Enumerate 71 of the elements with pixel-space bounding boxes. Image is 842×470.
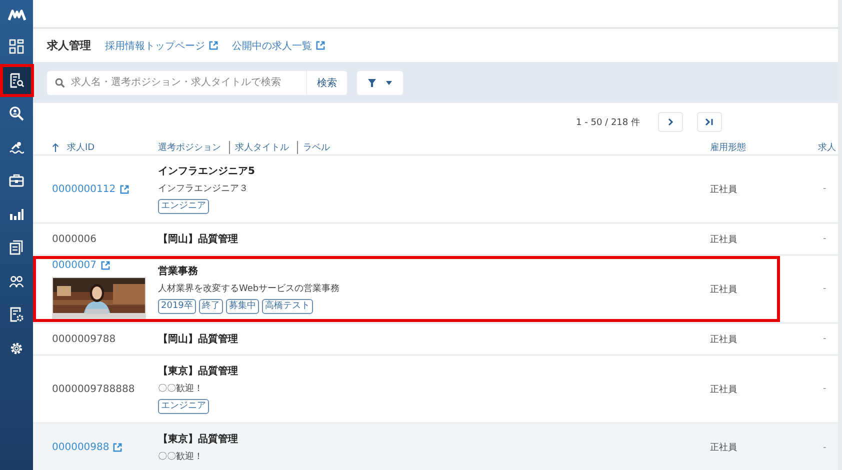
employment-type: 正社員 — [710, 384, 738, 396]
link[interactable]: 公開中の求人一覧 — [232, 38, 325, 52]
people-icon — [9, 274, 24, 289]
magnifier-person-icon — [9, 106, 24, 122]
last-page-button[interactable] — [697, 112, 722, 132]
bar-chart-icon — [9, 206, 24, 222]
filter-icon — [368, 78, 376, 86]
job-position: 【岡山】品質管理 — [158, 232, 239, 246]
caret-icon — [386, 80, 392, 84]
employment-type: 正社員 — [710, 284, 738, 296]
grid-icon — [9, 39, 24, 54]
job-id: 0000009788888 — [52, 384, 136, 394]
label-tag: エンジニア — [158, 399, 209, 414]
job-id-link[interactable]: 0000000112 — [52, 184, 158, 194]
employment-type: 正社員 — [710, 184, 738, 196]
document-search-icon — [9, 72, 24, 88]
external-link-icon — [209, 41, 218, 50]
job-id: 0000009788 — [52, 334, 117, 344]
sort-arrow-icon[interactable] — [52, 143, 59, 152]
chevron-bar-icon — [705, 118, 714, 126]
employment-type: 正社員 — [710, 234, 738, 246]
page-range: 1 - 50 / 218 件 — [576, 116, 640, 128]
job-position: 営業事務 — [158, 264, 199, 278]
job-position: 【東京】品質管理 — [158, 364, 239, 378]
job-title: 人材業界を改変するWebサービスの営業事務 — [158, 282, 341, 295]
label-tag: 2019卒 — [158, 299, 196, 314]
job-id-link[interactable]: 000000988 — [52, 442, 158, 453]
table-cell-text: - — [822, 284, 828, 294]
table-cell-text: - — [822, 184, 828, 194]
column-header[interactable]: 求人タイトル — [229, 141, 294, 154]
external-link-icon — [113, 443, 122, 452]
table-cell-text: - — [822, 384, 828, 394]
table-cell-text: - — [822, 334, 828, 344]
document-gear-icon — [9, 307, 24, 322]
job-title: 〇〇歓迎！ — [158, 450, 204, 463]
job-title: 〇〇歓迎！ — [158, 382, 204, 395]
search-field[interactable]: 求人名・選考ポジション・求人タイトルで検索 検索 — [47, 70, 347, 94]
label-tag: 終了 — [198, 299, 223, 314]
settings-icon — [9, 340, 24, 356]
job-position: インフラエンジニア5 — [158, 165, 256, 178]
briefcase-icon — [9, 173, 24, 188]
label-tag: エンジニア — [158, 199, 209, 214]
search-icon — [55, 78, 65, 88]
job-position: 【東京】品質管理 — [158, 432, 239, 446]
search-button[interactable]: 検索 — [306, 70, 347, 94]
job-title: インフラエンジニア３ — [158, 183, 249, 195]
external-link-icon — [316, 41, 325, 50]
employment-type: 正社員 — [710, 442, 738, 454]
column-header[interactable]: 求人 — [818, 141, 838, 154]
external-link-icon — [120, 184, 129, 194]
column-header[interactable]: ラベル — [297, 141, 335, 154]
external-link-icon — [100, 260, 110, 270]
link[interactable]: 採用情報トップページ — [105, 38, 218, 52]
table-cell-text: - — [822, 442, 828, 452]
chevron-icon — [668, 118, 674, 126]
swimmer-icon — [9, 140, 24, 155]
column-header[interactable]: 選考ポジション — [158, 141, 226, 154]
job-id: 0000006 — [52, 234, 98, 244]
employment-type: 正社員 — [710, 334, 738, 346]
column-header[interactable]: 求人ID — [62, 141, 100, 154]
job-id-link[interactable]: 0000007 — [52, 260, 158, 270]
label-tag: 高橋テスト — [262, 299, 313, 314]
label-tag: 募集中 — [226, 299, 259, 314]
next-page-button[interactable] — [658, 112, 683, 132]
documents-icon — [9, 240, 24, 256]
column-header[interactable]: 雇用形態 — [710, 141, 751, 154]
logo-icon[interactable] — [8, 9, 26, 21]
job-position: 【岡山】品質管理 — [158, 332, 239, 346]
table-cell-text: - — [822, 234, 828, 244]
page-title: 求人管理 — [47, 38, 91, 53]
filter-button[interactable] — [357, 70, 403, 94]
